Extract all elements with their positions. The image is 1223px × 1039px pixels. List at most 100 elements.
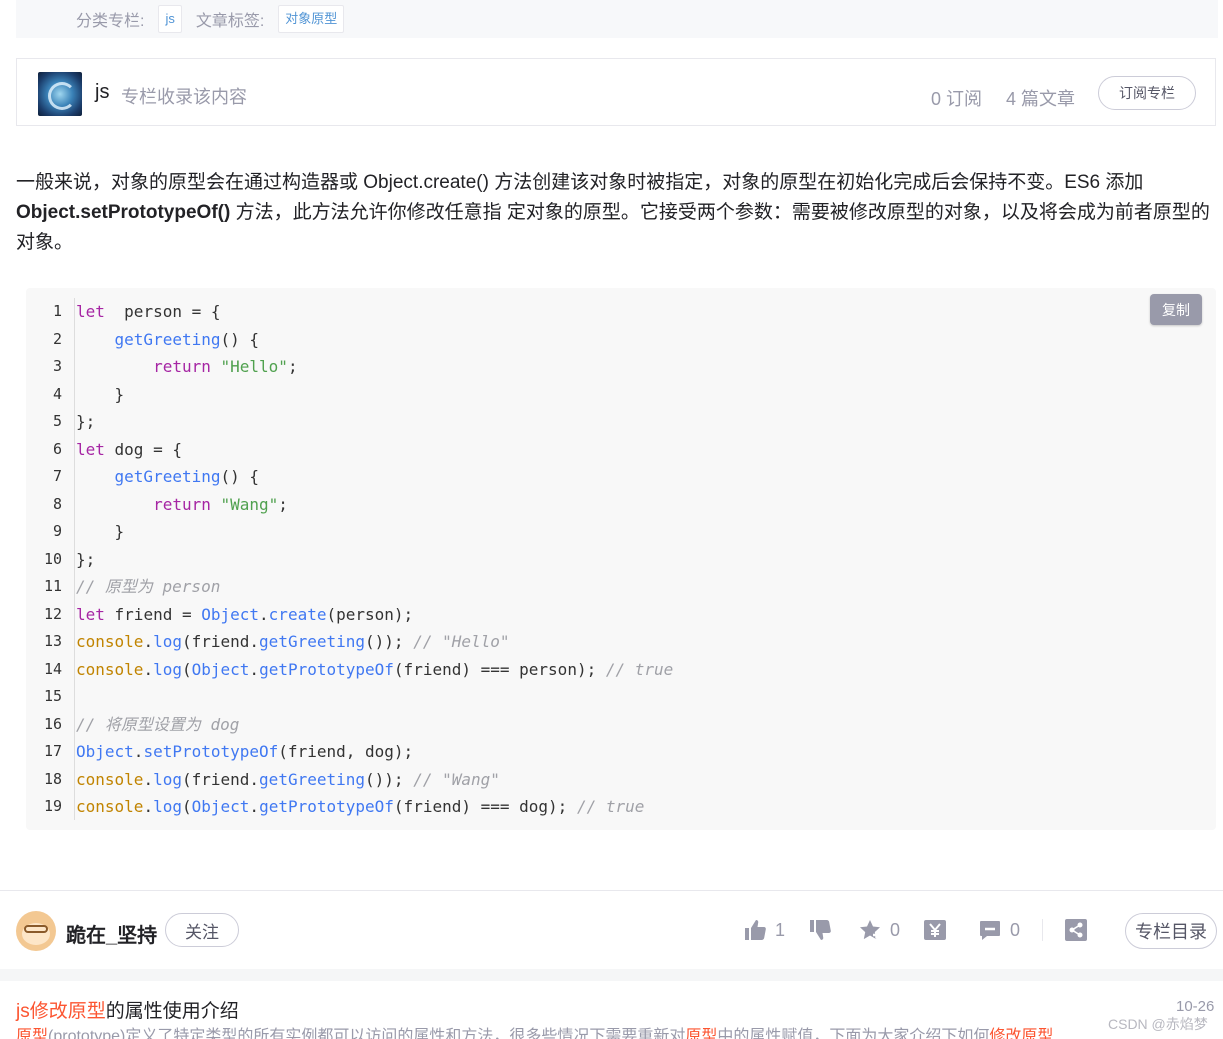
category-label: 分类专栏:: [76, 13, 145, 30]
follow-button[interactable]: 关注: [165, 913, 239, 947]
code-token: getPrototypeOf: [259, 797, 394, 816]
code-line: }: [76, 518, 673, 546]
code-line: let dog = {: [76, 436, 673, 464]
subscribe-column-button[interactable]: 订阅专栏: [1098, 76, 1196, 110]
code-token: "Wang": [220, 494, 279, 514]
code-token: };: [76, 549, 96, 569]
tag-chip[interactable]: 对象原型: [278, 5, 345, 33]
code-line: };: [76, 546, 673, 574]
csdn-watermark: CSDN @赤焰梦: [1108, 1016, 1208, 1032]
category-chip[interactable]: js: [158, 5, 182, 33]
code-token: };: [76, 412, 96, 431]
code-token: getGreeting: [114, 467, 221, 486]
code-line: getGreeting() {: [76, 326, 673, 354]
code-token: log: [153, 797, 182, 816]
code-token: setPrototypeOf: [143, 742, 279, 761]
avatar[interactable]: [16, 911, 56, 951]
line-number: 12: [43, 604, 62, 623]
like-button[interactable]: 1: [743, 915, 785, 945]
line-number: 17: [43, 742, 62, 760]
code-token: .: [143, 797, 154, 816]
line-number: 16: [43, 714, 62, 733]
paragraph-text-1: 一般来说，对象的原型会在通过构造器或 Object.create() 方法创建该…: [16, 172, 1144, 193]
column-cover-image[interactable]: [38, 72, 82, 116]
line-number: 9: [52, 522, 62, 540]
code-token: Object: [191, 659, 250, 679]
tag-label: 文章标签:: [195, 13, 265, 30]
author-name[interactable]: 跪在_坚持: [66, 919, 157, 948]
code-token: (: [181, 797, 192, 816]
column-card: js 专栏收录该内容 0 订阅 4 篇文章 订阅专栏: [16, 58, 1216, 126]
comment-button[interactable]: 0: [978, 915, 1020, 945]
code-token: dog = {: [104, 439, 182, 459]
code-token: ());: [365, 632, 414, 651]
code-line: }: [76, 381, 673, 409]
copy-code-button[interactable]: 复制: [1150, 294, 1202, 325]
code-token: getPrototypeOf: [259, 659, 394, 679]
code-line: Object.setPrototypeOf(friend, dog);: [76, 738, 673, 766]
code-token: log: [153, 769, 182, 789]
line-number: 14: [43, 659, 62, 678]
code-token: log: [153, 632, 182, 651]
share-button[interactable]: [1064, 915, 1088, 945]
code-token: .: [143, 769, 154, 789]
code-token: getGreeting: [114, 329, 221, 349]
code-token: // "Hello": [413, 632, 510, 651]
code-line: getGreeting() {: [76, 463, 673, 491]
reward-button[interactable]: [923, 915, 947, 945]
code-token: // "Wang": [413, 769, 500, 789]
favorite-count: 0: [890, 919, 901, 940]
author-toolbar: 跪在_坚持 关注 1 0 0 专栏目录: [0, 891, 1223, 969]
code-line: console.log(friend.getGreeting()); // "W…: [76, 766, 673, 794]
share-icon: [1065, 919, 1087, 941]
code-token: friend =: [104, 604, 202, 624]
code-token: console: [76, 632, 144, 651]
code-token: (friend, dog);: [278, 742, 414, 761]
article-count: 4 篇文章: [1006, 89, 1076, 109]
column-name[interactable]: js: [95, 81, 109, 104]
code-token: Object: [76, 742, 134, 761]
snippet-highlight-3: 修改原型: [989, 1028, 1054, 1039]
code-token: (: [181, 659, 192, 679]
line-number: 8: [52, 494, 62, 513]
code-line: return "Hello";: [76, 353, 673, 381]
gutter-divider: [74, 298, 75, 820]
code-line: let friend = Object.create(person);: [76, 601, 673, 629]
code-token: // 原型为 person: [76, 577, 221, 596]
line-number: 19: [43, 797, 62, 815]
related-article-snippet[interactable]: 原型(prototype)定义了特定类型的所有实例都可以访问的属性和方法，很多些…: [16, 1023, 1176, 1039]
code-token: () {: [220, 467, 260, 486]
line-number: 2: [52, 329, 62, 348]
code-token: log: [153, 659, 182, 679]
line-number: 18: [43, 769, 62, 788]
code-token: // true: [576, 797, 645, 816]
subscriber-count: 0 订阅: [931, 89, 983, 109]
thumbs-up-icon: [745, 920, 766, 940]
tag-row: 分类专栏: js 文章标签: 对象原型: [16, 0, 1218, 38]
code-line: // 原型为 person: [76, 573, 673, 601]
code-token: Object: [191, 797, 250, 816]
code-token: }: [76, 522, 125, 541]
column-toc-button[interactable]: 专栏目录: [1125, 913, 1217, 949]
code-block: 复制 1 2 3 4 5 6 7 8 9 10 11 12 13 14 15 16 17 18 19 let per…: [26, 288, 1216, 830]
code-line: return "Wang";: [76, 491, 673, 519]
code-token: (friend) === person);: [393, 659, 606, 679]
code-token: getGreeting: [259, 632, 366, 651]
section-gap: [0, 969, 1223, 981]
paragraph-bold-api: Object.setPrototypeOf(): [16, 202, 231, 223]
code-token: create: [268, 604, 327, 624]
snippet-highlight-2: 原型: [685, 1028, 718, 1039]
code-token: return: [153, 494, 211, 514]
favorite-button[interactable]: 0: [858, 915, 900, 945]
code-token: return: [153, 357, 211, 376]
line-number: 11: [43, 577, 62, 595]
code-token: }: [76, 384, 125, 404]
dislike-button[interactable]: [808, 915, 832, 945]
related-article-title[interactable]: js修改原型的属性使用介绍: [16, 996, 239, 1023]
